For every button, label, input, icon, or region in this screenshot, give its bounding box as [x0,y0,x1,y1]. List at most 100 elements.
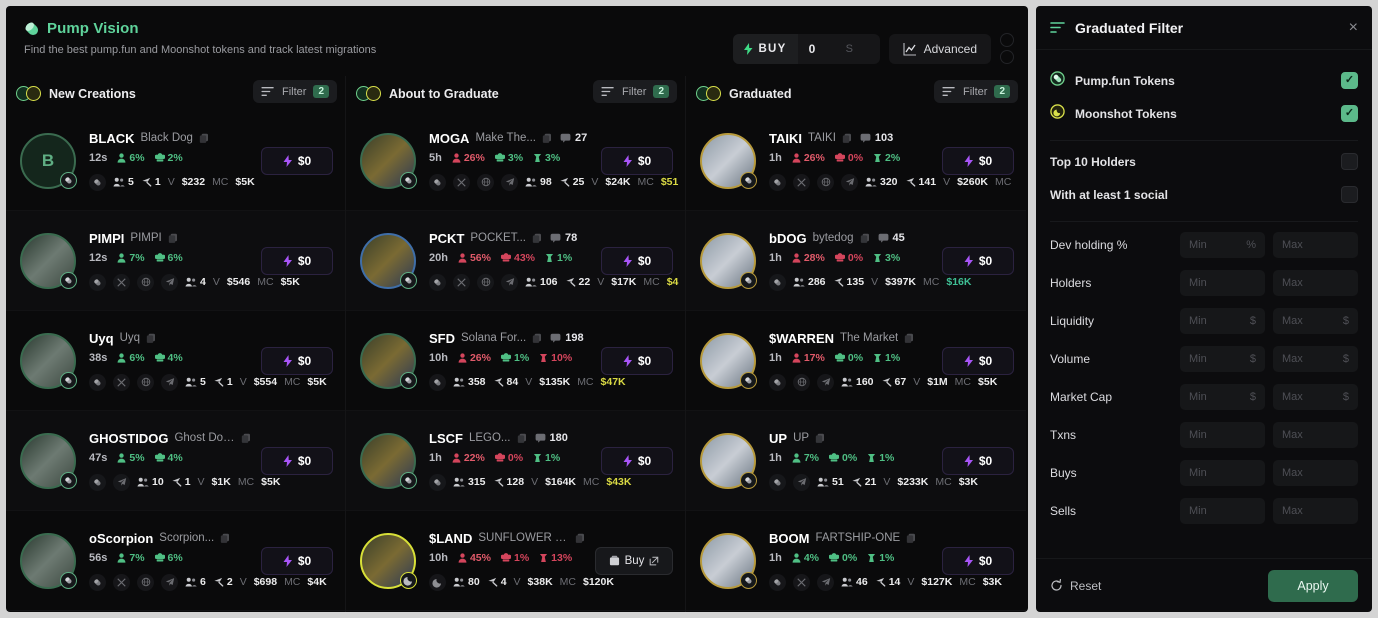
filter-toggle-row[interactable]: Pump.fun Tokens ✓ [1050,64,1358,97]
advanced-button[interactable]: Advanced [888,33,991,64]
filter-option-checkbox[interactable] [1341,186,1358,203]
card-buy-button[interactable]: $0 [942,446,1014,475]
filter-option-row[interactable]: Top 10 Holders [1050,145,1358,178]
social-moon-button[interactable] [429,573,446,591]
filter-min-input[interactable]: Min $ [1180,384,1265,410]
social-pill-button[interactable] [429,473,446,491]
filter-min-input[interactable]: Min [1180,422,1265,448]
card-buy-button[interactable]: $0 [601,246,673,275]
social-telegram-button[interactable] [501,173,518,191]
card-buy-button[interactable]: $0 [261,146,333,175]
social-globe-button[interactable] [137,373,154,391]
column-filter-button[interactable]: Filter 2 [252,80,337,103]
card-buy-button[interactable]: $0 [601,146,673,175]
token-card[interactable]: bDOG bytedog 45 1h 28% 0% 3% 286 135 V $397K MC $16K… [686,211,1026,311]
filter-option-row[interactable]: With at least 1 social [1050,178,1358,211]
filter-min-input[interactable]: Min [1180,460,1265,486]
card-buy-button[interactable]: $0 [942,146,1014,175]
card-buy-button[interactable]: $0 [601,346,673,375]
social-x-button[interactable] [113,373,130,391]
filter-toggle-row[interactable]: Moonshot Tokens ✓ [1050,97,1358,130]
copy-icon[interactable] [575,533,585,544]
filter-max-input[interactable]: Max [1273,232,1358,258]
close-icon[interactable]: × [1349,19,1358,36]
token-card[interactable]: $LAND SUNFLOWER LAND 10h 45% 1% 13% 80 4V $38K MC… [346,511,685,611]
sound-icon[interactable] [1000,50,1014,64]
filter-max-input[interactable]: Max [1273,498,1358,524]
column-filter-button[interactable]: Filter 2 [933,80,1018,103]
social-pill-button[interactable] [89,173,106,191]
copy-icon[interactable] [542,133,552,144]
buy-amount-input[interactable]: 0 [798,42,846,56]
copy-icon[interactable] [842,133,852,144]
social-pill-button[interactable] [89,273,106,291]
social-telegram-button[interactable] [841,173,858,191]
token-card[interactable]: SFD Solana For... 198 10h 26% 1% 10% 358 84 V $135… [346,311,685,411]
filter-max-input[interactable]: Max $ [1273,384,1358,410]
copy-icon[interactable] [168,233,178,244]
card-buy-button[interactable]: $0 [261,246,333,275]
copy-icon[interactable] [815,433,825,444]
buy-button[interactable]: BUY [733,33,798,64]
social-globe-button[interactable] [477,173,494,191]
social-pill-button[interactable] [89,573,106,591]
social-globe-button[interactable] [477,273,494,291]
filter-toggle-checkbox[interactable]: ✓ [1341,72,1358,89]
social-pill-button[interactable] [89,373,106,391]
social-pill-button[interactable] [769,473,786,491]
filter-option-checkbox[interactable] [1341,153,1358,170]
social-x-button[interactable] [793,173,810,191]
refresh-icon[interactable] [1000,33,1014,47]
card-buy-button[interactable]: $0 [261,546,333,575]
token-card[interactable]: GHOSTIDOG Ghost Doggu 47s 5% 4% 10 1V $1K MC $5K $… [6,411,345,511]
social-telegram-button[interactable] [161,573,178,591]
filter-max-input[interactable]: Max $ [1273,308,1358,334]
social-pill-button[interactable] [769,273,786,291]
card-buy-button[interactable]: $0 [942,546,1014,575]
copy-icon[interactable] [146,333,156,344]
copy-icon[interactable] [220,533,230,544]
copy-icon[interactable] [532,333,542,344]
apply-button[interactable]: Apply [1268,569,1358,602]
social-globe-button[interactable] [817,173,834,191]
social-telegram-button[interactable] [817,573,834,591]
filter-max-input[interactable]: Max [1273,460,1358,486]
token-card[interactable]: Uyq Uyq 38s 6% 4% 5 1 V $554 MC $5K $0 [6,311,345,411]
filter-min-input[interactable]: Min [1180,270,1265,296]
social-telegram-button[interactable] [817,373,834,391]
token-card[interactable]: oScorpion Scorpion... 56s 7% 6% 6 2 V $698 MC $4K $… [6,511,345,611]
token-card[interactable]: $WARREN The Market 1h 17% 0% 1% 160 67 V $1M MC $5K… [686,311,1026,411]
copy-icon[interactable] [860,233,870,244]
filter-min-input[interactable]: Min $ [1180,308,1265,334]
filter-min-input[interactable]: Min $ [1180,346,1265,372]
social-pill-button[interactable] [769,173,786,191]
social-telegram-button[interactable] [501,273,518,291]
social-globe-button[interactable] [137,273,154,291]
copy-icon[interactable] [904,333,914,344]
social-telegram-button[interactable] [113,473,130,491]
filter-max-input[interactable]: Max $ [1273,346,1358,372]
social-pill-button[interactable] [89,473,106,491]
token-card[interactable]: MOGA Make The... 27 5h 26% 3% 3% 98 25 V $24K MC $51… [346,111,685,211]
social-globe-button[interactable] [793,373,810,391]
column-filter-button[interactable]: Filter 2 [592,80,677,103]
social-telegram-button[interactable] [161,273,178,291]
token-card[interactable]: TAIKI TAIKI 103 1h 26% 0% 2% 320 141 V $260K MC $0 [686,111,1026,211]
filter-max-input[interactable]: Max [1273,270,1358,296]
social-globe-button[interactable] [137,573,154,591]
social-pill-button[interactable] [429,373,446,391]
social-pill-button[interactable] [769,373,786,391]
card-buy-button[interactable]: Buy [595,546,673,575]
social-x-button[interactable] [793,573,810,591]
card-buy-button[interactable]: $0 [942,246,1014,275]
social-x-button[interactable] [453,273,470,291]
social-telegram-button[interactable] [793,473,810,491]
social-x-button[interactable] [113,273,130,291]
copy-icon[interactable] [199,133,209,144]
token-card[interactable]: UP UP 1h 7% 0% 1% 51 21 V $233K MC $3K $0 [686,411,1026,511]
copy-icon[interactable] [906,533,916,544]
filter-min-input[interactable]: Min [1180,498,1265,524]
reset-button[interactable]: Reset [1050,579,1101,593]
filter-max-input[interactable]: Max [1273,422,1358,448]
filter-toggle-checkbox[interactable]: ✓ [1341,105,1358,122]
